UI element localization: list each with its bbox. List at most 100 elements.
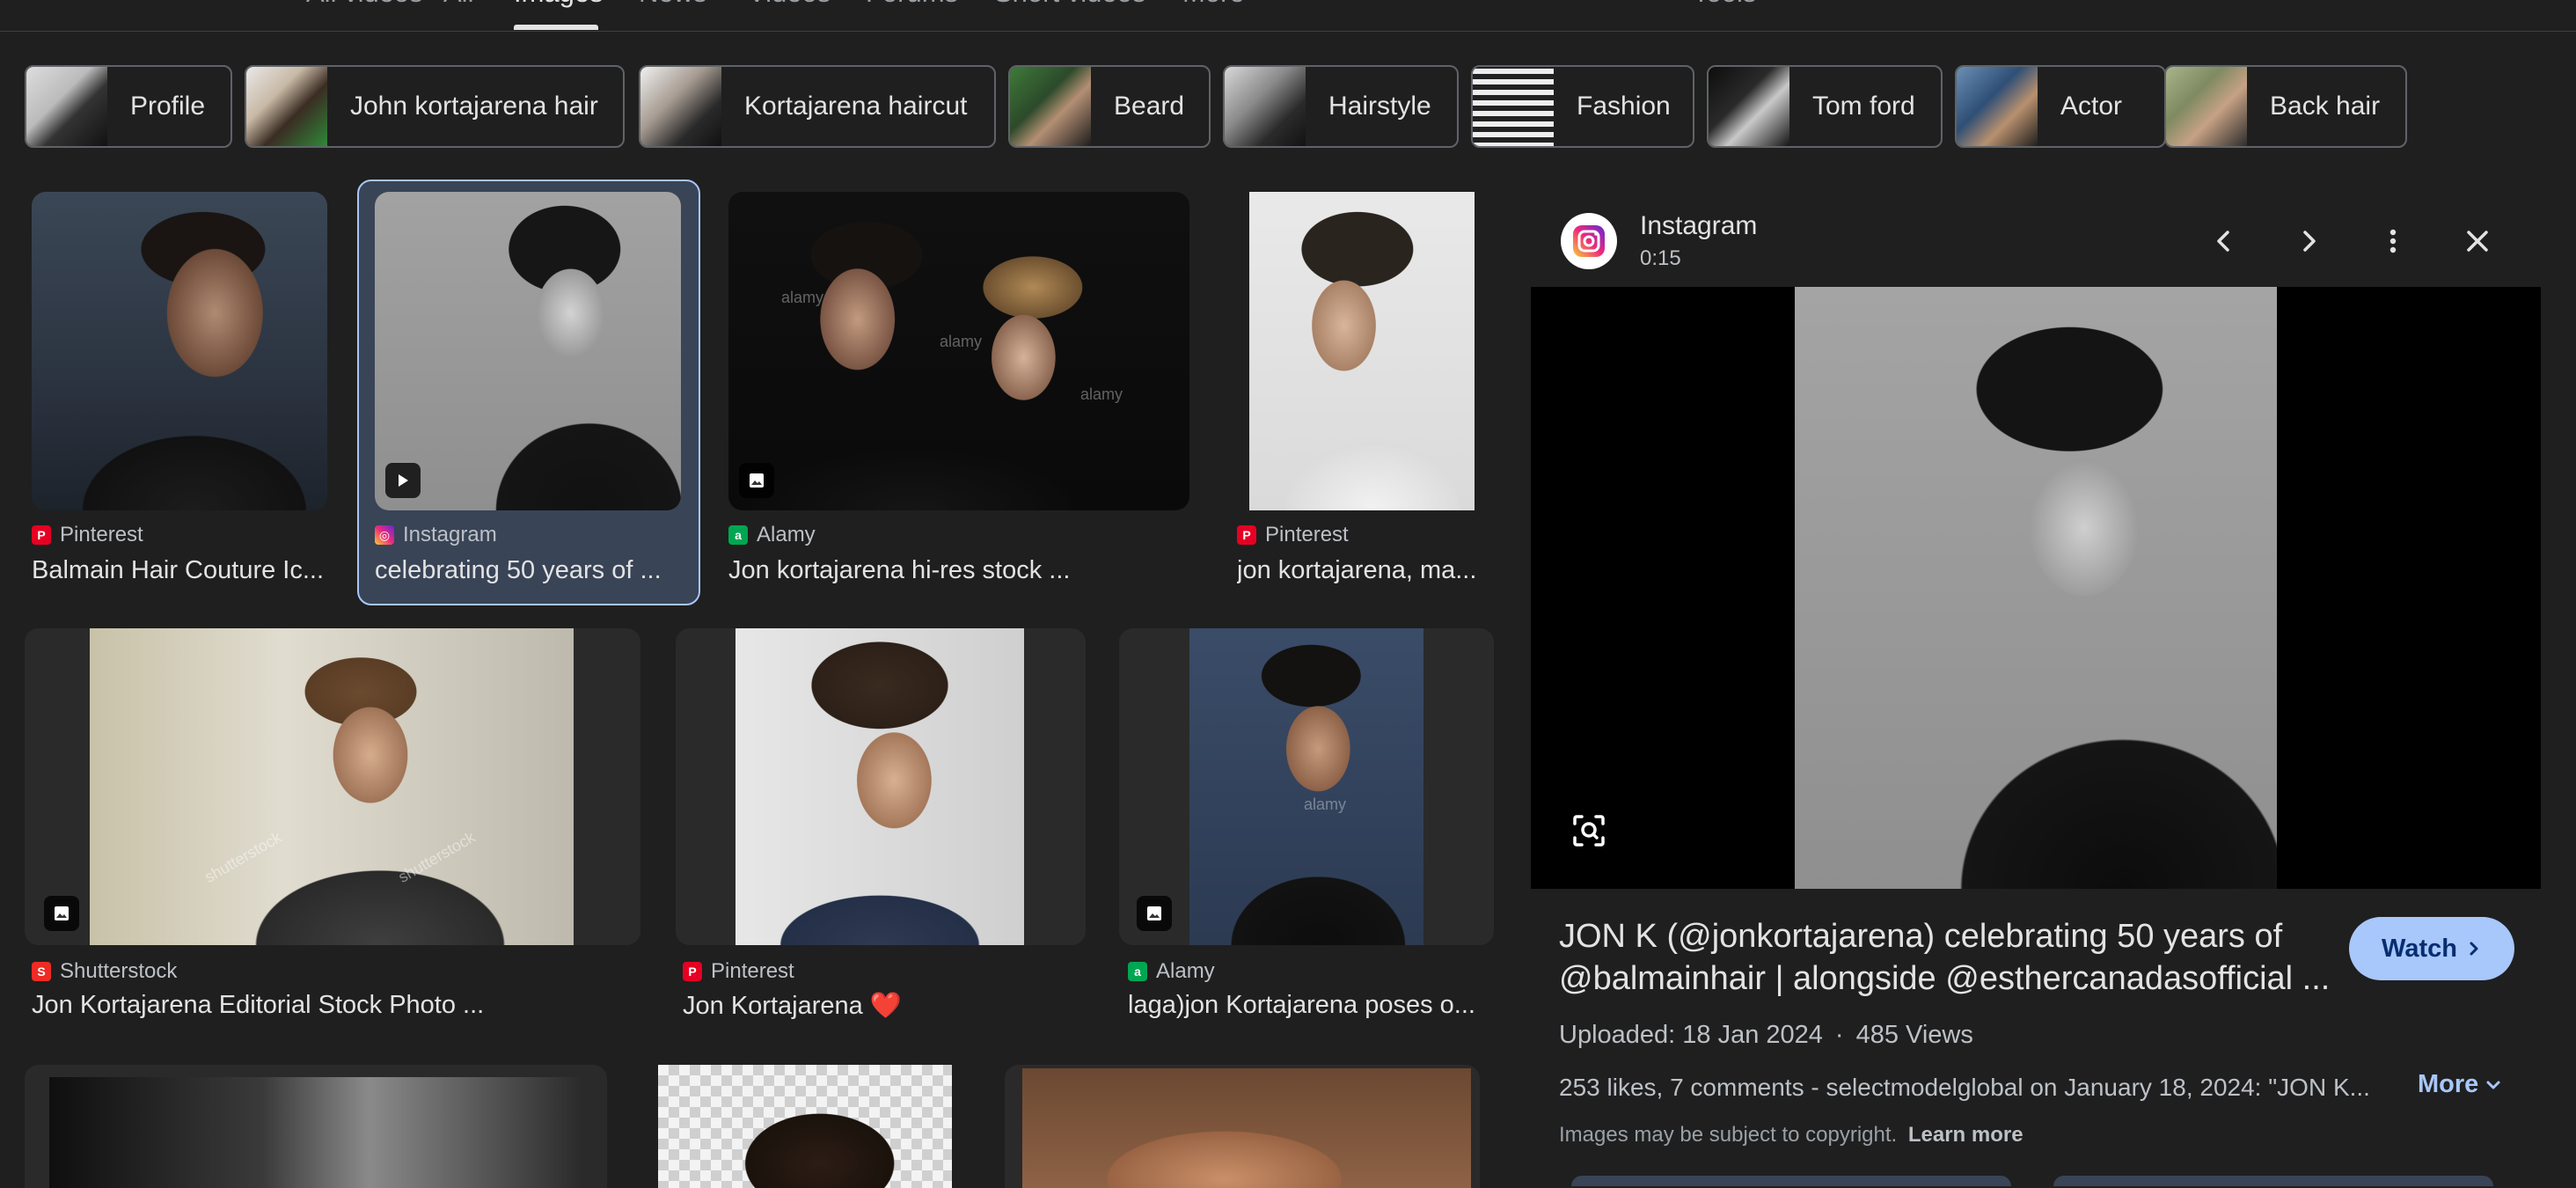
copyright-text: Images may be subject to copyright. [1559,1123,1898,1147]
chip-thumbnail [26,67,107,146]
result-card[interactable]: shutterstock shutterstock S Shutterstock… [25,628,640,1037]
alamy-icon: a [1128,962,1147,981]
tab-news[interactable]: News [639,0,707,9]
result-image[interactable] [676,628,1086,945]
more-label: More [2418,1070,2479,1098]
chip-actor[interactable]: Actor [1955,65,2166,148]
image-icon [1147,906,1161,920]
separator: · [1834,1021,1844,1049]
image-icon [750,473,764,488]
watch-label: Watch [2382,934,2457,963]
panel-source-name[interactable]: Instagram [1640,211,1757,241]
tab-forums[interactable]: Forums [866,0,958,9]
learn-more-link[interactable]: Learn more [1908,1123,2023,1147]
more-options-button[interactable] [2367,215,2419,268]
chip-kortajarena-haircut[interactable]: Kortajarena haircut [639,65,996,148]
video-badge [385,463,421,498]
result-image[interactable] [32,192,327,510]
active-tab-indicator [514,25,598,30]
image-badge [44,896,79,931]
result-image[interactable] [25,1065,607,1188]
tools-button[interactable]: Tools [1693,0,1756,9]
alamy-icon: a [728,525,748,545]
pinterest-icon: P [683,962,702,981]
panel-title[interactable]: JON K (@jonkortajarena) celebrating 50 y… [1559,915,2331,1000]
chip-label: Back hair [2270,92,2381,121]
lens-search-icon [1573,815,1605,847]
photo [735,628,1024,945]
tab-short-videos[interactable]: Short videos [994,0,1145,9]
view-count: 485 Views [1855,1021,1973,1049]
result-image[interactable]: alamy alamy alamy [728,192,1189,510]
chip-fashion[interactable]: Fashion [1471,65,1694,148]
photo [1189,628,1423,945]
chip-label: Kortajarena haircut [744,92,968,121]
image-badge [1137,896,1172,931]
share-button-partial[interactable] [2053,1176,2493,1186]
result-card[interactable]: P Pinterest Jon Kortajarena ❤️ [676,628,1086,1037]
result-title[interactable]: Jon Kortajarena Editorial Stock Photo ..… [32,991,630,1020]
next-button[interactable] [2282,215,2335,268]
result-card[interactable]: alamy a Alamy laga)jon Kortajarena poses… [1119,628,1494,1037]
result-card[interactable]: P Pinterest jon kortajarena, ma... [1230,180,1494,605]
chip-label: Actor [2060,92,2123,121]
result-image[interactable]: shutterstock shutterstock [25,628,640,945]
panel-duration: 0:15 [1640,246,1681,270]
result-title[interactable]: celebrating 50 years of ... [375,556,683,585]
result-image[interactable] [658,1065,952,1188]
result-card[interactable]: alamy alamy alamy a Alamy Jon kortajaren… [721,180,1197,605]
chevron-right-icon [2470,942,2478,956]
instagram-icon [1573,225,1605,257]
chip-john-kortajarena-hair[interactable]: John kortajarena hair [245,65,625,148]
result-source: a Alamy [1128,959,1215,984]
watermark: alamy [1304,796,1347,813]
chip-label: Beard [1114,92,1185,121]
shutterstock-icon: S [32,962,51,981]
chip-thumbnail [1709,67,1789,146]
instagram-icon: ◎ [375,525,394,545]
chip-hairstyle[interactable]: Hairstyle [1223,65,1459,148]
tab-videos[interactable]: Videos [748,0,831,9]
result-card[interactable]: P Pinterest Balmain Hair Couture Ic... [25,180,341,605]
tab-all-videos[interactable]: All videos [306,0,423,9]
chevron-left-icon [2217,231,2229,252]
chip-tom-ford[interactable]: Tom ford [1707,65,1943,148]
chip-profile[interactable]: Profile [25,65,232,148]
result-title[interactable]: jon kortajarena, ma... [1237,556,1492,585]
result-image[interactable] [1005,1065,1480,1188]
result-title[interactable]: laga)jon Kortajarena poses o... [1128,991,1492,1020]
copyright-notice: Images may be subject to copyright. Lear… [1559,1123,2023,1148]
chip-beard[interactable]: Beard [1008,65,1211,148]
watch-button[interactable]: Watch [2349,917,2514,980]
result-image[interactable]: alamy [1119,628,1494,945]
preview-media[interactable] [1531,287,2541,889]
chip-back-hair[interactable]: Back hair [2164,65,2407,148]
photo [49,1077,582,1188]
preview-image [1795,287,2277,889]
chip-thumbnail [640,67,721,146]
visit-button-partial[interactable] [1571,1176,2011,1186]
more-button[interactable]: More [2418,1070,2501,1099]
chip-label: Fashion [1577,92,1671,121]
chevron-down-icon [2486,1081,2500,1089]
chip-thumbnail [1473,67,1554,146]
chip-thumbnail [1957,67,2038,146]
result-card-selected[interactable]: ◎ Instagram celebrating 50 years of ... [357,180,700,605]
image-icon [55,906,69,920]
tab-more[interactable]: More [1182,0,1245,9]
tab-images[interactable]: Images [514,0,604,9]
result-image[interactable] [1249,192,1475,510]
more-vert-icon [2389,229,2397,253]
watermark: alamy [940,333,983,350]
result-title[interactable]: Jon kortajarena hi-res stock ... [728,556,1168,585]
result-title[interactable]: Jon Kortajarena ❤️ [683,991,1079,1021]
close-button[interactable] [2451,215,2504,268]
result-image[interactable] [375,192,681,510]
pinterest-icon: P [32,525,51,545]
result-title[interactable]: Balmain Hair Couture Ic... [32,556,357,585]
panel-title-line: @balmainhair | alongside @esthercanadaso… [1559,960,2331,997]
tab-all[interactable]: All [443,0,473,9]
lens-search-button[interactable] [1561,803,1617,859]
previous-button[interactable] [2198,215,2250,268]
instagram-logo[interactable] [1561,213,1617,269]
